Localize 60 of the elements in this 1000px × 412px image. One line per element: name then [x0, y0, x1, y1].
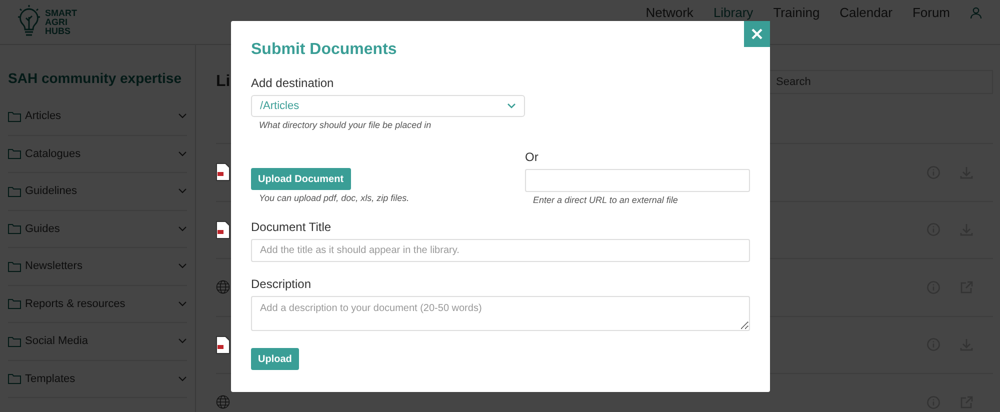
folder-item[interactable]: Newsletters — [8, 248, 187, 286]
folder-item[interactable]: Social Media — [8, 323, 187, 360]
upload-document-button[interactable]: Upload Document — [251, 168, 351, 190]
library-heading: Li — [216, 73, 230, 91]
chevron-icon[interactable] — [178, 226, 187, 232]
close-button[interactable] — [744, 21, 770, 47]
user-icon[interactable] — [970, 6, 982, 18]
chevron-icon[interactable] — [178, 376, 187, 382]
nav-link[interactable]: Training — [773, 5, 820, 20]
folder-item[interactable]: Templates — [8, 360, 187, 398]
folder-label: Templates — [25, 372, 76, 385]
chevron-icon[interactable] — [178, 300, 187, 307]
sidebar-title: SAH community expertise — [8, 70, 182, 86]
nav-link[interactable]: Calendar — [840, 5, 892, 20]
chevron-icon — [507, 103, 516, 109]
folder-icon — [8, 373, 21, 384]
chevron-icon[interactable] — [178, 113, 187, 120]
url-input-field[interactable] — [525, 169, 750, 192]
folder-item[interactable]: Articles — [8, 98, 187, 136]
hint-text: You can upload pdf, doc, xls, zip files. — [258, 193, 410, 203]
chevron-icon[interactable] — [178, 263, 187, 270]
destination-dropdown[interactable]: /Articles — [251, 95, 525, 117]
chevron-icon[interactable] — [178, 188, 187, 194]
folder-icon — [8, 260, 21, 272]
nav-link[interactable]: Library — [713, 5, 754, 20]
field-label: Or — [525, 150, 540, 164]
folder-icon — [8, 148, 21, 160]
folder-label: Newsletters — [25, 260, 84, 272]
nav-link[interactable]: Network — [646, 5, 694, 20]
globe-icon — [216, 280, 230, 294]
title-input-field[interactable]: Add the title as it should appear in the library. — [251, 239, 750, 262]
description-field[interactable]: Add a description to your document (20-50 words) — [251, 296, 750, 331]
chevron-icon[interactable] — [178, 150, 187, 157]
close-icon — [751, 28, 763, 40]
modal-title: Submit Documents — [251, 41, 398, 59]
folder-label: Guidelines — [25, 185, 78, 198]
folder-icon — [8, 298, 21, 310]
folder-icon — [8, 223, 21, 234]
field-label: Add destination — [251, 76, 335, 90]
folder-label: Reports & resources — [25, 298, 126, 310]
folder-item[interactable]: Reports & resources — [8, 286, 187, 323]
nav-link[interactable]: Forum — [912, 5, 950, 20]
folder-icon — [8, 110, 21, 122]
logo-text: SMART AGRI HUBS — [45, 8, 77, 36]
folder-label: Catalogues — [25, 148, 82, 160]
folder-icon — [8, 186, 21, 197]
chevron-icon[interactable] — [178, 338, 187, 344]
upload-button[interactable]: Upload — [251, 348, 299, 370]
globe-icon — [216, 395, 230, 410]
field-label: Description — [251, 277, 312, 291]
folder-item[interactable]: Catalogues — [8, 136, 187, 173]
folder-item[interactable]: Guides — [8, 210, 187, 248]
folder-label: Articles — [25, 110, 62, 122]
hint-text: Enter a direct URL to an external file — [532, 195, 679, 205]
field-label: Document Title — [251, 220, 332, 234]
folder-label: Social Media — [25, 335, 89, 348]
hint-text: What directory should your file be placed in — [258, 120, 432, 130]
folder-icon — [8, 336, 21, 347]
folder-item[interactable]: Guidelines — [8, 173, 187, 210]
folder-label: Guides — [25, 222, 61, 235]
